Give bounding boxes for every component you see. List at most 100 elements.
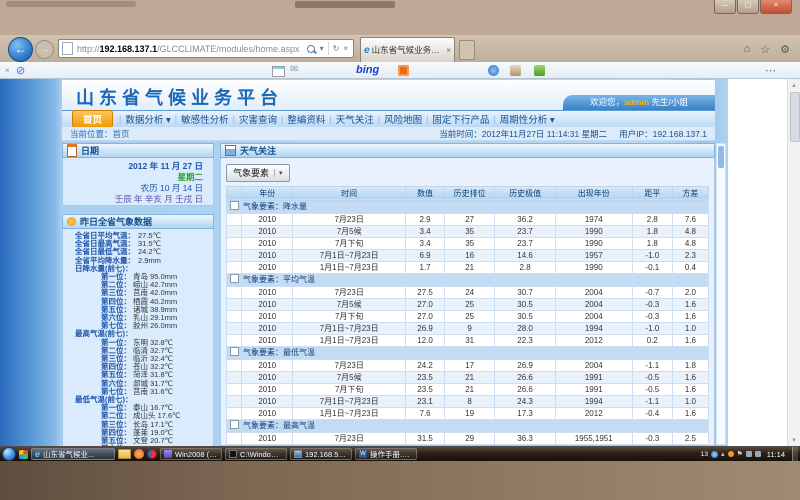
table-row[interactable]: 20107月1日~7月23日23.1824.31994-1.11.0 bbox=[227, 395, 709, 407]
cell: 22.3 bbox=[495, 334, 555, 346]
cell: 23.1 bbox=[406, 395, 445, 407]
menu-item-7[interactable]: 风险地图 bbox=[384, 112, 422, 126]
home-icon[interactable]: ⌂ bbox=[744, 43, 751, 56]
taskbar-window-3[interactable]: 192.168.59.99... bbox=[290, 448, 352, 460]
pinned-app-icon[interactable] bbox=[19, 450, 28, 459]
close-button[interactable]: × bbox=[760, 0, 792, 14]
table-row[interactable]: 20107月23日27.52430.72004-0.72.0 bbox=[227, 286, 709, 298]
ime-indicator[interactable]: 13 bbox=[701, 451, 708, 458]
taskbar-window-ie[interactable]: e 山东省气候业... bbox=[31, 448, 115, 460]
table-row[interactable]: 20107月23日24.21726.92004-1.11.8 bbox=[227, 359, 709, 371]
back-button[interactable]: ← bbox=[8, 37, 33, 62]
addon-icon[interactable] bbox=[488, 65, 499, 76]
table-row[interactable]: 20107月1日~7月23日26.9928.01994-1.01.0 bbox=[227, 322, 709, 334]
taskbar-window-1[interactable]: Win2008 (VS2... bbox=[160, 448, 222, 460]
browser-scrollbar-thumb[interactable] bbox=[790, 92, 800, 142]
cell: -0.3 bbox=[632, 432, 672, 444]
mail-icon[interactable]: ✉ bbox=[290, 64, 298, 75]
table-row[interactable]: 20107月5候3.43523.719901.84.8 bbox=[227, 225, 709, 237]
table-row[interactable]: 20101月1日~7月23日12.03122.320120.21.6 bbox=[227, 334, 709, 346]
cell: 1.0 bbox=[672, 322, 708, 334]
cell: 35 bbox=[444, 237, 495, 249]
table-row[interactable]: 20107月5候27.02530.52004-0.31.6 bbox=[227, 298, 709, 310]
rank-value: 文登 20.7℃ bbox=[133, 437, 173, 445]
menu-separator: | bbox=[233, 114, 235, 124]
table-row[interactable]: 20101月1日~7月23日7.61917.32012-0.41.6 bbox=[227, 407, 709, 419]
close-toolbar-icon[interactable]: × bbox=[5, 66, 10, 75]
group-checkbox[interactable] bbox=[230, 420, 239, 429]
favorites-icon[interactable]: ☆ bbox=[760, 43, 770, 56]
group-checkbox[interactable] bbox=[230, 347, 239, 356]
group-checkbox[interactable] bbox=[230, 201, 239, 210]
addon-icon[interactable] bbox=[510, 65, 521, 76]
table-row[interactable]: 20107月5候23.52126.61991-0.51.6 bbox=[227, 371, 709, 383]
menu-item-3[interactable]: 敏感性分析 bbox=[181, 112, 229, 126]
content-scrollbar-thumb[interactable] bbox=[718, 146, 724, 168]
element-filter-button[interactable]: 气象要素▾ bbox=[226, 164, 290, 182]
bing-logo[interactable]: bing bbox=[356, 64, 379, 76]
menu-item-1[interactable]: 首页 bbox=[72, 110, 113, 128]
address-bar[interactable]: http://192.168.137.1/GLCCLIMATE/modules/… bbox=[58, 39, 354, 58]
row-indent-cell bbox=[227, 407, 242, 419]
menu-item-4[interactable]: 灾害查询 bbox=[239, 112, 277, 126]
show-hidden-icons-icon[interactable]: ▴ bbox=[721, 450, 725, 458]
table-row[interactable]: 20101月1日~7月23日1.7212.81990-0.10.4 bbox=[227, 261, 709, 273]
flag-icon[interactable]: ⚑ bbox=[737, 450, 743, 458]
search-icon[interactable] bbox=[307, 45, 315, 53]
maximize-button[interactable]: ▢ bbox=[737, 0, 759, 14]
menu-item-6[interactable]: 天气关注 bbox=[336, 112, 374, 126]
table-row[interactable]: 20107月下旬23.52126.61991-0.51.6 bbox=[227, 383, 709, 395]
minimize-button[interactable]: — bbox=[714, 0, 736, 14]
table-row[interactable]: 20107月1日~7月23日6.91614.61957-1.02.3 bbox=[227, 249, 709, 261]
table-row[interactable]: 20107月23日31.52936.31955,1951-0.32.5 bbox=[227, 432, 709, 444]
browser-app-icon[interactable] bbox=[134, 449, 144, 459]
show-desktop-button[interactable] bbox=[792, 447, 798, 462]
menu-item-5[interactable]: 整编资料 bbox=[287, 112, 325, 126]
refresh-icon[interactable]: ↻ bbox=[333, 44, 340, 53]
taskbar-window-4[interactable]: W操作手册.docx ... bbox=[355, 448, 417, 460]
cell: 9 bbox=[444, 322, 495, 334]
menu-item-9[interactable]: 周期性分析 ▾ bbox=[500, 112, 555, 126]
explorer-icon[interactable] bbox=[118, 449, 131, 459]
table-row[interactable]: 20107月下旬27.02530.52004-0.31.6 bbox=[227, 310, 709, 322]
date-panel-body: 2012 年 11 月 27 日 星期二 农历 10 月 14 日 壬辰 年 辛… bbox=[62, 158, 214, 206]
group-row[interactable]: 气象要素：降水量 bbox=[227, 200, 709, 213]
tools-icon[interactable]: ⚙ bbox=[780, 43, 790, 56]
forward-button[interactable]: → bbox=[35, 40, 54, 59]
group-label: 气象要素：平均气温 bbox=[243, 275, 315, 284]
security-app-icon[interactable] bbox=[147, 449, 157, 459]
addon-icon[interactable] bbox=[534, 65, 545, 76]
content-scrollbar[interactable] bbox=[716, 143, 726, 445]
taskbar-clock[interactable]: 11:14 bbox=[767, 450, 785, 459]
group-row[interactable]: 气象要素：平均气温 bbox=[227, 273, 709, 286]
scroll-up-icon[interactable]: ▴ bbox=[788, 81, 800, 89]
menu-item-8[interactable]: 固定下行产品 bbox=[432, 112, 489, 126]
browser-tab[interactable]: e 山东省气候业务平... × bbox=[360, 37, 455, 62]
new-tab-button[interactable] bbox=[459, 40, 475, 60]
menu-separator: | bbox=[119, 114, 121, 124]
tab-close-icon[interactable]: × bbox=[446, 46, 451, 55]
tray-app-icon[interactable] bbox=[711, 451, 718, 458]
stop-icon[interactable]: × bbox=[343, 44, 348, 53]
table-row[interactable]: 20107月23日2.92736.219742.87.6 bbox=[227, 213, 709, 225]
taskbar-window-2[interactable]: C:\Windows\s... bbox=[225, 448, 287, 460]
card-icon[interactable] bbox=[272, 66, 285, 77]
addon-icon[interactable] bbox=[398, 65, 409, 76]
browser-scrollbar[interactable]: ▴ ▾ bbox=[787, 79, 800, 446]
group-row[interactable]: 气象要素：最低气温 bbox=[227, 346, 709, 359]
network-icon[interactable] bbox=[746, 451, 752, 457]
blocked-icon[interactable]: ⊘ bbox=[16, 64, 25, 77]
tray-app-icon[interactable] bbox=[728, 451, 734, 457]
page-title: 山东省气候业务平台 bbox=[76, 84, 283, 110]
more-icon[interactable]: ⋯ bbox=[765, 64, 776, 77]
cell: 27.0 bbox=[406, 310, 445, 322]
menu-item-2[interactable]: 数据分析 ▾ bbox=[125, 112, 170, 126]
chevron-down-icon[interactable]: ▾ bbox=[320, 44, 324, 53]
table-row[interactable]: 20107月下旬3.43523.719901.84.8 bbox=[227, 237, 709, 249]
group-checkbox[interactable] bbox=[230, 274, 239, 283]
scroll-down-icon[interactable]: ▾ bbox=[788, 436, 800, 444]
cell: 7月下旬 bbox=[293, 310, 406, 322]
volume-icon[interactable] bbox=[755, 451, 761, 457]
group-row[interactable]: 气象要素：最高气温 bbox=[227, 419, 709, 432]
start-button[interactable] bbox=[2, 447, 16, 461]
